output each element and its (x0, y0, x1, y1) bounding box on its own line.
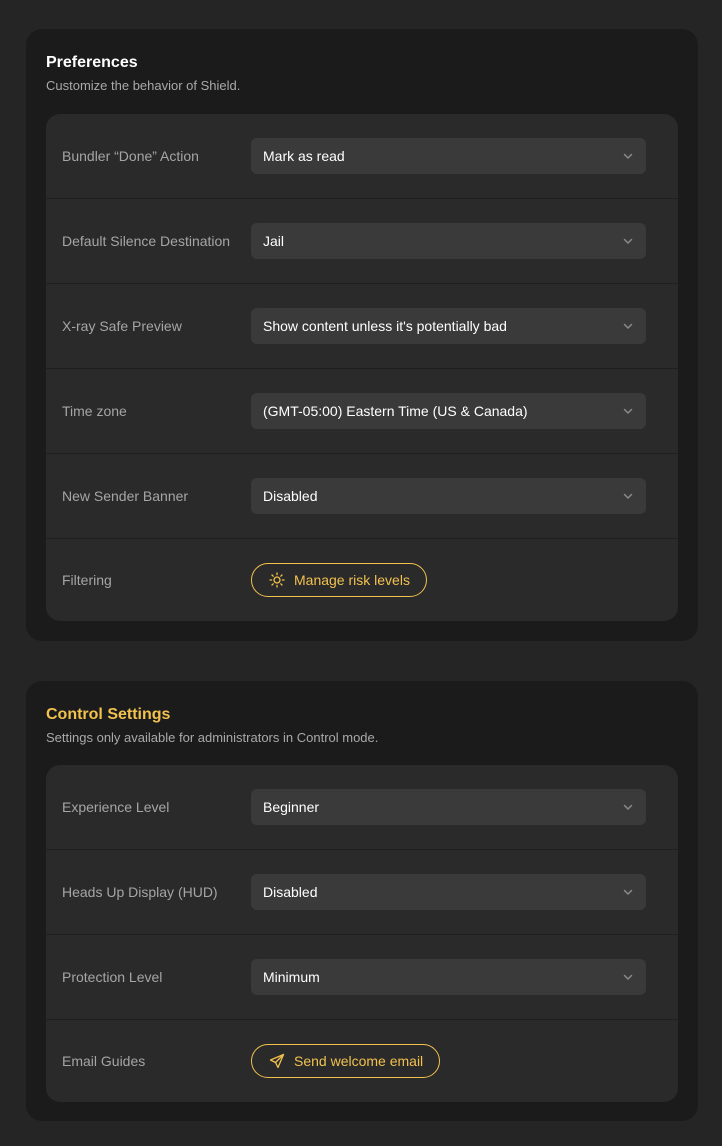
chevron-down-icon (622, 490, 634, 502)
sun-icon (268, 571, 286, 589)
chevron-down-icon (622, 150, 634, 162)
experience-level-select[interactable]: Beginner (251, 789, 646, 825)
chevron-down-icon (622, 320, 634, 332)
setting-row-heads-up-display: Heads Up Display (HUD) Disabled (46, 850, 678, 935)
preferences-subtitle: Customize the behavior of Shield. (46, 78, 241, 93)
chevron-down-icon (622, 801, 634, 813)
setting-row-filtering: Filtering Manage risk levels (46, 539, 678, 621)
setting-row-time-zone: Time zone (GMT-05:00) Eastern Time (US &… (46, 369, 678, 454)
select-value: Disabled (263, 488, 318, 504)
bundler-done-action-select[interactable]: Mark as read (251, 138, 646, 174)
setting-row-new-sender-banner: New Sender Banner Disabled (46, 454, 678, 539)
setting-row-xray-safe-preview: X-ray Safe Preview Show content unless i… (46, 284, 678, 369)
button-label: Send welcome email (294, 1053, 424, 1069)
heads-up-display-select[interactable]: Disabled (251, 874, 646, 910)
paper-plane-icon (268, 1052, 286, 1070)
setting-label: Default Silence Destination (62, 233, 231, 249)
select-value: Mark as read (263, 148, 345, 164)
time-zone-select[interactable]: (GMT-05:00) Eastern Time (US & Canada) (251, 393, 646, 429)
button-label: Manage risk levels (294, 572, 410, 588)
select-value: Beginner (263, 799, 320, 815)
control-settings-card: Control Settings Settings only available… (26, 681, 698, 1121)
setting-label: X-ray Safe Preview (62, 318, 182, 334)
select-value: Minimum (263, 969, 320, 985)
setting-label: Filtering (62, 572, 112, 588)
default-silence-destination-select[interactable]: Jail (251, 223, 646, 259)
preferences-panel: Bundler “Done” Action Mark as read Defau… (46, 114, 678, 621)
chevron-down-icon (622, 886, 634, 898)
setting-label: Experience Level (62, 799, 170, 815)
setting-label: Email Guides (62, 1053, 146, 1069)
select-value: Show content unless it's potentially bad (263, 318, 507, 334)
protection-level-select[interactable]: Minimum (251, 959, 646, 995)
control-settings-title: Control Settings (46, 706, 171, 723)
select-value: Disabled (263, 884, 318, 900)
setting-row-default-silence-destination: Default Silence Destination Jail (46, 199, 678, 284)
setting-label: Time zone (62, 403, 127, 419)
setting-label: Bundler “Done” Action (62, 148, 199, 164)
select-value: Jail (263, 233, 285, 249)
select-value: (GMT-05:00) Eastern Time (US & Canada) (263, 403, 528, 419)
preferences-card: Preferences Customize the behavior of Sh… (26, 29, 698, 641)
control-settings-subtitle: Settings only available for administrato… (46, 730, 379, 745)
setting-label: New Sender Banner (62, 488, 189, 504)
setting-row-experience-level: Experience Level Beginner (46, 765, 678, 850)
control-settings-panel: Experience Level Beginner Heads Up Displ… (46, 765, 678, 1102)
manage-risk-levels-button[interactable]: Manage risk levels (251, 563, 427, 597)
chevron-down-icon (622, 971, 634, 983)
new-sender-banner-select[interactable]: Disabled (251, 478, 646, 514)
setting-row-email-guides: Email Guides Send welcome email (46, 1020, 678, 1102)
chevron-down-icon (622, 235, 634, 247)
preferences-title: Preferences (46, 54, 138, 71)
setting-row-protection-level: Protection Level Minimum (46, 935, 678, 1020)
send-welcome-email-button[interactable]: Send welcome email (251, 1044, 441, 1078)
setting-label: Protection Level (62, 969, 163, 985)
setting-row-bundler-done-action: Bundler “Done” Action Mark as read (46, 114, 678, 199)
xray-safe-preview-select[interactable]: Show content unless it's potentially bad (251, 308, 646, 344)
chevron-down-icon (622, 405, 634, 417)
setting-label: Heads Up Display (HUD) (62, 884, 218, 900)
